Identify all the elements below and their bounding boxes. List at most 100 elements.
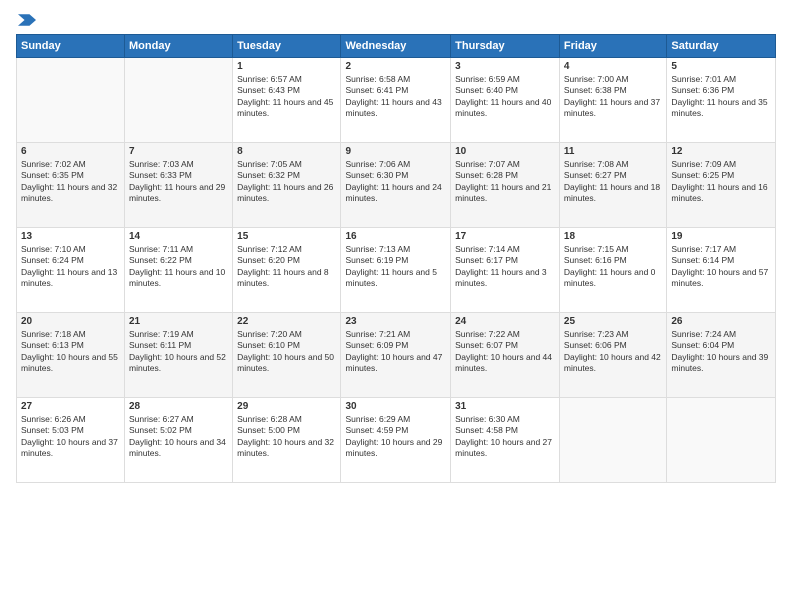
col-header-monday: Monday bbox=[125, 35, 233, 58]
day-cell: 26Sunrise: 7:24 AMSunset: 6:04 PMDayligh… bbox=[667, 313, 776, 398]
day-cell: 9Sunrise: 7:06 AMSunset: 6:30 PMDaylight… bbox=[341, 143, 451, 228]
day-info: Sunset: 6:30 PM bbox=[345, 170, 446, 181]
day-info: Daylight: 11 hours and 8 minutes. bbox=[237, 267, 336, 290]
day-number: 17 bbox=[455, 231, 555, 242]
day-number: 8 bbox=[237, 146, 336, 157]
day-cell: 27Sunrise: 6:26 AMSunset: 5:03 PMDayligh… bbox=[17, 398, 125, 483]
day-info: Sunset: 6:38 PM bbox=[564, 85, 662, 96]
day-cell: 24Sunrise: 7:22 AMSunset: 6:07 PMDayligh… bbox=[451, 313, 560, 398]
col-header-saturday: Saturday bbox=[667, 35, 776, 58]
day-info: Sunrise: 6:59 AM bbox=[455, 74, 555, 85]
day-info: Daylight: 11 hours and 40 minutes. bbox=[455, 97, 555, 120]
day-info: Daylight: 11 hours and 35 minutes. bbox=[671, 97, 771, 120]
day-number: 15 bbox=[237, 231, 336, 242]
day-info: Sunset: 4:58 PM bbox=[455, 425, 555, 436]
day-cell: 3Sunrise: 6:59 AMSunset: 6:40 PMDaylight… bbox=[451, 58, 560, 143]
day-info: Sunset: 6:32 PM bbox=[237, 170, 336, 181]
day-number: 18 bbox=[564, 231, 662, 242]
day-info: Daylight: 10 hours and 44 minutes. bbox=[455, 352, 555, 375]
day-info: Daylight: 10 hours and 55 minutes. bbox=[21, 352, 120, 375]
day-info: Daylight: 10 hours and 32 minutes. bbox=[237, 437, 336, 460]
day-info: Daylight: 10 hours and 39 minutes. bbox=[671, 352, 771, 375]
day-info: Sunrise: 6:29 AM bbox=[345, 414, 446, 425]
day-number: 22 bbox=[237, 316, 336, 327]
day-info: Sunrise: 6:58 AM bbox=[345, 74, 446, 85]
day-info: Sunrise: 6:28 AM bbox=[237, 414, 336, 425]
day-info: Sunset: 6:16 PM bbox=[564, 255, 662, 266]
day-cell: 18 Sunrise: 7:15 AMSunset: 6:16 PMDayligh… bbox=[559, 228, 666, 313]
day-cell: 20Sunrise: 7:18 AMSunset: 6:13 PMDayligh… bbox=[17, 313, 125, 398]
week-row-0: 1Sunrise: 6:57 AMSunset: 6:43 PMDaylight… bbox=[17, 58, 776, 143]
day-info: Daylight: 11 hours and 24 minutes. bbox=[345, 182, 446, 205]
day-number: 2 bbox=[345, 61, 446, 72]
day-info: Sunset: 6:24 PM bbox=[21, 255, 120, 266]
day-info: Sunrise: 7:02 AM bbox=[21, 159, 120, 170]
day-info: Sunrise: 6:26 AM bbox=[21, 414, 120, 425]
day-cell: 1Sunrise: 6:57 AMSunset: 6:43 PMDaylight… bbox=[233, 58, 341, 143]
col-header-friday: Friday bbox=[559, 35, 666, 58]
week-row-2: 13Sunrise: 7:10 AMSunset: 6:24 PMDayligh… bbox=[17, 228, 776, 313]
day-number: 1 bbox=[237, 61, 336, 72]
day-info: Sunrise: 7:09 AM bbox=[671, 159, 771, 170]
day-number: 30 bbox=[345, 401, 446, 412]
day-info: Sunset: 6:14 PM bbox=[671, 255, 771, 266]
day-info: Sunrise: 7:24 AM bbox=[671, 329, 771, 340]
day-cell: 21Sunrise: 7:19 AMSunset: 6:11 PMDayligh… bbox=[125, 313, 233, 398]
day-info: Sunset: 6:11 PM bbox=[129, 340, 228, 351]
day-number: 21 bbox=[129, 316, 228, 327]
day-info: Daylight: 11 hours and 18 minutes. bbox=[564, 182, 662, 205]
day-info: Sunrise: 7:13 AM bbox=[345, 244, 446, 255]
day-number: 10 bbox=[455, 146, 555, 157]
header bbox=[16, 12, 776, 26]
day-number: 11 bbox=[564, 146, 662, 157]
week-row-3: 20Sunrise: 7:18 AMSunset: 6:13 PMDayligh… bbox=[17, 313, 776, 398]
col-header-tuesday: Tuesday bbox=[233, 35, 341, 58]
day-cell: 31Sunrise: 6:30 AMSunset: 4:58 PMDayligh… bbox=[451, 398, 560, 483]
day-info: Daylight: 11 hours and 29 minutes. bbox=[129, 182, 228, 205]
day-cell: 11Sunrise: 7:08 AMSunset: 6:27 PMDayligh… bbox=[559, 143, 666, 228]
day-info: Sunrise: 7:18 AM bbox=[21, 329, 120, 340]
day-info: Daylight: 10 hours and 27 minutes. bbox=[455, 437, 555, 460]
calendar-table: SundayMondayTuesdayWednesdayThursdayFrid… bbox=[16, 34, 776, 483]
day-info: Sunrise: 7:22 AM bbox=[455, 329, 555, 340]
day-info: Sunset: 6:28 PM bbox=[455, 170, 555, 181]
day-cell: 22Sunrise: 7:20 AMSunset: 6:10 PMDayligh… bbox=[233, 313, 341, 398]
day-number: 5 bbox=[671, 61, 771, 72]
logo bbox=[16, 14, 36, 26]
header-row: SundayMondayTuesdayWednesdayThursdayFrid… bbox=[17, 35, 776, 58]
day-info: Sunrise: 7:05 AM bbox=[237, 159, 336, 170]
day-info: Sunrise: 7:03 AM bbox=[129, 159, 228, 170]
day-number: 9 bbox=[345, 146, 446, 157]
day-info: Sunset: 6:41 PM bbox=[345, 85, 446, 96]
day-number: 4 bbox=[564, 61, 662, 72]
day-cell bbox=[17, 58, 125, 143]
day-number: 19 bbox=[671, 231, 771, 242]
day-info: Sunset: 6:40 PM bbox=[455, 85, 555, 96]
day-cell: 2Sunrise: 6:58 AMSunset: 6:41 PMDaylight… bbox=[341, 58, 451, 143]
day-info: Sunset: 6:13 PM bbox=[21, 340, 120, 351]
day-info: Daylight: 11 hours and 0 minutes. bbox=[564, 267, 662, 290]
day-info: Daylight: 10 hours and 42 minutes. bbox=[564, 352, 662, 375]
day-info: Sunset: 6:06 PM bbox=[564, 340, 662, 351]
day-cell: 29Sunrise: 6:28 AMSunset: 5:00 PMDayligh… bbox=[233, 398, 341, 483]
day-number: 6 bbox=[21, 146, 120, 157]
day-cell bbox=[125, 58, 233, 143]
day-cell: 4Sunrise: 7:00 AMSunset: 6:38 PMDaylight… bbox=[559, 58, 666, 143]
day-cell: 12Sunrise: 7:09 AMSunset: 6:25 PMDayligh… bbox=[667, 143, 776, 228]
day-info: Sunset: 6:07 PM bbox=[455, 340, 555, 351]
day-info: Sunrise: 6:30 AM bbox=[455, 414, 555, 425]
day-number: 13 bbox=[21, 231, 120, 242]
day-info: Daylight: 11 hours and 10 minutes. bbox=[129, 267, 228, 290]
page: SundayMondayTuesdayWednesdayThursdayFrid… bbox=[0, 0, 792, 612]
day-info: Sunrise: 7:14 AM bbox=[455, 244, 555, 255]
day-info: Sunrise: 7:15 AM bbox=[564, 244, 662, 255]
day-info: Sunset: 5:02 PM bbox=[129, 425, 228, 436]
day-number: 26 bbox=[671, 316, 771, 327]
day-info: Sunset: 5:03 PM bbox=[21, 425, 120, 436]
day-info: Sunrise: 7:23 AM bbox=[564, 329, 662, 340]
day-info: Daylight: 10 hours and 57 minutes. bbox=[671, 267, 771, 290]
day-cell: 15Sunrise: 7:12 AMSunset: 6:20 PMDayligh… bbox=[233, 228, 341, 313]
day-number: 7 bbox=[129, 146, 228, 157]
day-info: Daylight: 10 hours and 47 minutes. bbox=[345, 352, 446, 375]
day-cell: 13Sunrise: 7:10 AMSunset: 6:24 PMDayligh… bbox=[17, 228, 125, 313]
